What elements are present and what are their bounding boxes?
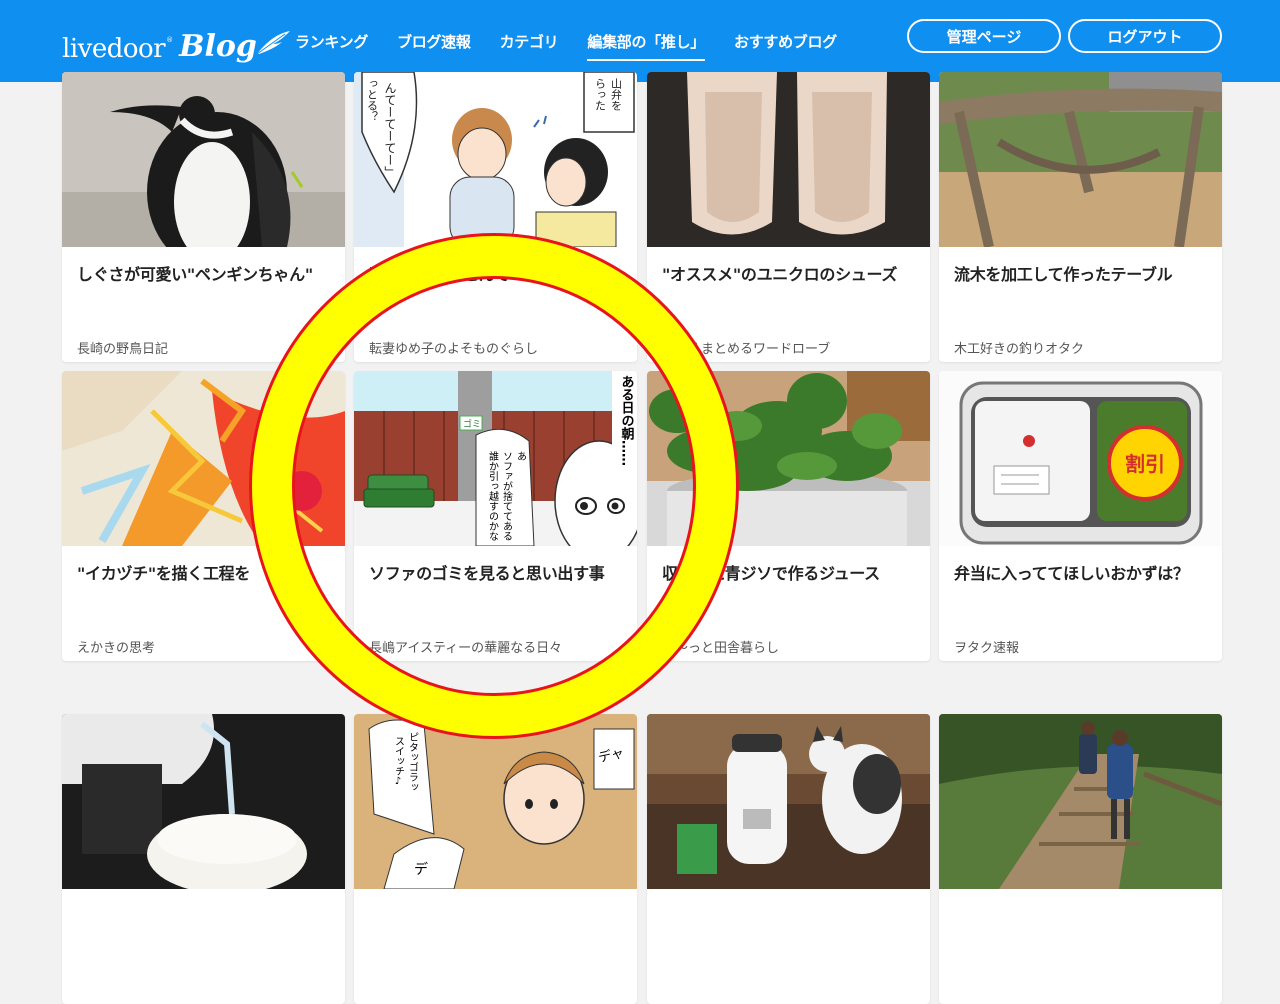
rice-thumbnail: [62, 714, 345, 889]
blog-name[interactable]: 転妻ゆめ子のよそものぐらし: [369, 338, 627, 357]
article-card[interactable]: ゴミ あ ソファが捨ててある 誰か引っ越すのかな ある日の朝…… ソファのゴミを…: [354, 371, 637, 661]
article-card[interactable]: ピタッゴラッ スイッチ♪ デャ デ: [354, 714, 637, 1004]
article-grid: しぐさが可愛い"ペンギンちゃん" 長崎の野鳥日記 んてーてーてー」 っとる？ 山…: [62, 0, 1223, 1004]
article-card[interactable]: [647, 714, 930, 1004]
penguin-thumbnail: [62, 72, 345, 247]
article-card[interactable]: 収穫した青ジソで作るジュース 〜〜っと田舎暮らし: [647, 371, 930, 661]
discount-sticker-text: 割引: [1125, 452, 1165, 476]
article-title[interactable]: 収穫した青ジソで作るジュース: [662, 560, 920, 584]
okayama-bubble-text-2: っとる？: [366, 78, 379, 122]
lightning-painting-thumbnail: [62, 371, 345, 546]
okayama-box-text-2: らった: [594, 78, 607, 111]
pita-bubble-text-1: ピタッゴラッ: [407, 732, 419, 792]
bento-thumbnail: 割引: [939, 371, 1222, 546]
article-card[interactable]: んてーてーてー」 っとる？ 山弁を らった 岡山弁「でーこんてーてーてー」 転妻…: [354, 72, 637, 362]
okayama-box-text-1: 山弁を: [610, 78, 623, 111]
blog-name[interactable]: 〜〜っと田舎暮らし: [662, 637, 920, 656]
cat-feeder-thumbnail: [647, 714, 930, 889]
article-card[interactable]: "イカヅチ"を描く工程を えかきの思考: [62, 371, 345, 661]
article-card[interactable]: [939, 714, 1222, 1004]
blog-name[interactable]: 長嶋アイスティーの華麗なる日々: [369, 637, 627, 656]
article-card[interactable]: 割引 弁当に入っててほしいおかずは？ ヲタク速報: [939, 371, 1222, 661]
article-card[interactable]: [62, 714, 345, 1004]
okayama-bubble-text-1: んてーてーてー」: [383, 82, 397, 178]
sofa-bubble-text-3: 誰か引っ越すのかな: [487, 450, 499, 541]
blog-name[interactable]: ヲタク速報: [954, 637, 1212, 656]
sofa-bubble-text-1: あ: [515, 451, 526, 461]
sofa-narration-text: ある日の朝……: [619, 375, 635, 466]
article-title[interactable]: 弁当に入っててほしいおかずは？: [954, 560, 1212, 584]
hiking-thumbnail: [939, 714, 1222, 889]
blog-name[interactable]: るよくまとめるワードローブ: [662, 338, 920, 357]
garbage-sign-text: ゴミ: [463, 418, 481, 430]
sofa-bubble-text-2: ソファが捨ててある: [501, 451, 513, 541]
article-title[interactable]: "オススメ"のユニクロのシューズ: [662, 261, 920, 285]
article-card[interactable]: しぐさが可愛い"ペンギンちゃん" 長崎の野鳥日記: [62, 72, 345, 362]
shoes-thumbnail: [647, 72, 930, 247]
driftwood-table-thumbnail: [939, 72, 1222, 247]
blog-name[interactable]: えかきの思考: [77, 637, 335, 656]
perilla-thumbnail: [647, 371, 930, 546]
article-card[interactable]: "オススメ"のユニクロのシューズ るよくまとめるワードローブ: [647, 72, 930, 362]
article-title[interactable]: 流木を加工して作ったテーブル: [954, 261, 1212, 285]
blog-name[interactable]: 長崎の野鳥日記: [77, 338, 335, 357]
article-title[interactable]: しぐさが可愛い"ペンギンちゃん": [77, 261, 335, 285]
article-title[interactable]: "イカヅチ"を描く工程を: [77, 560, 335, 584]
okayama-comic-thumbnail: んてーてーてー」 っとる？ 山弁を らった: [354, 72, 637, 247]
pitagora-comic-thumbnail: ピタッゴラッ スイッチ♪ デャ デ: [354, 714, 637, 889]
article-title[interactable]: 岡山弁「でーこんてーてーてー」: [369, 261, 627, 285]
blog-name[interactable]: 木工好きの釣りオタク: [954, 338, 1212, 357]
sofa-comic-thumbnail: ゴミ あ ソファが捨ててある 誰か引っ越すのかな ある日の朝……: [354, 371, 637, 546]
article-card[interactable]: 流木を加工して作ったテーブル 木工好きの釣りオタク: [939, 72, 1222, 362]
article-title[interactable]: ソファのゴミを見ると思い出す事: [369, 560, 627, 584]
pita-bubble-text-2: スイッチ♪: [393, 736, 405, 787]
pita-sfx-text-2: デ: [414, 861, 428, 878]
